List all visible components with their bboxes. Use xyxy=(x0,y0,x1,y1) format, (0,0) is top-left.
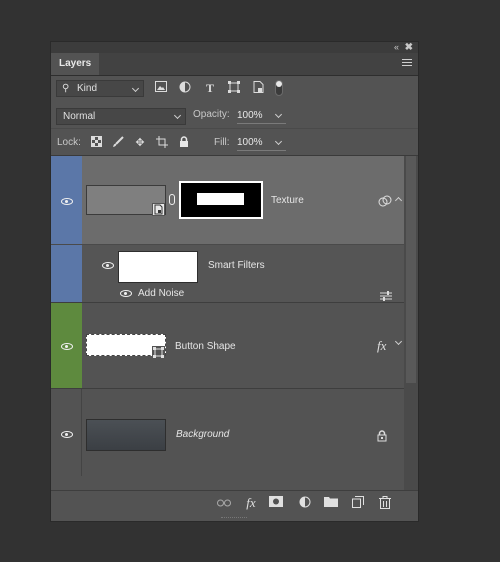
layer-thumbnail xyxy=(86,419,166,451)
filter-effect-name[interactable]: Add Noise xyxy=(138,288,184,299)
tab-layers[interactable]: Layers xyxy=(51,53,100,75)
opacity-input[interactable]: 100% xyxy=(237,108,286,124)
blend-row: Normal Opacity: 100% xyxy=(51,104,418,129)
lock-transparent-icon[interactable] xyxy=(89,136,103,150)
kind-filter-label: Kind xyxy=(77,83,98,94)
layers-scrollbar[interactable] xyxy=(404,156,418,490)
chevron-down-icon xyxy=(131,84,140,93)
mask-shape xyxy=(197,193,244,205)
collapse-panel-button[interactable]: « xyxy=(394,42,399,53)
lock-icon[interactable] xyxy=(377,429,387,447)
fx-icon[interactable]: fx xyxy=(377,338,386,354)
layer-color-label xyxy=(51,245,82,302)
visibility-eye-icon[interactable] xyxy=(102,262,114,269)
layer-name-background[interactable]: Background xyxy=(176,429,229,440)
fill-input[interactable]: 100% xyxy=(237,135,286,151)
blend-mode-select[interactable]: Normal xyxy=(56,108,186,125)
layer-name-texture[interactable]: Texture xyxy=(271,195,304,206)
layers-list: Texture Smart Filters Add Noise Button S… xyxy=(51,156,418,490)
shape-filter-icon[interactable] xyxy=(227,81,241,95)
visibility-eye-icon[interactable] xyxy=(61,198,73,205)
visibility-eye-icon[interactable] xyxy=(120,290,132,297)
resize-grip[interactable] xyxy=(221,517,247,521)
adjustment-layer-icon[interactable] xyxy=(297,496,313,510)
lock-row: Lock: ✥ Fill: 100% xyxy=(51,131,418,156)
image-filter-icon[interactable] xyxy=(154,81,168,95)
mask-thumbnail[interactable] xyxy=(179,181,263,219)
expand-effects-icon[interactable] xyxy=(394,337,403,346)
layer-color-label xyxy=(51,156,82,244)
panel-menu-icon[interactable] xyxy=(402,59,412,68)
filter-effects-icon[interactable] xyxy=(378,194,392,212)
lock-label: Lock: xyxy=(57,137,81,148)
layer-row-button-shape[interactable]: Button Shape fx xyxy=(51,302,404,388)
panel-header-bar: « ✖ xyxy=(51,42,418,53)
collapse-filters-icon[interactable] xyxy=(394,196,403,205)
lock-image-icon[interactable] xyxy=(111,136,125,150)
layer-row-background[interactable]: Background xyxy=(51,388,404,476)
new-layer-icon[interactable] xyxy=(350,496,366,510)
smart-filters-row[interactable]: Smart Filters Add Noise xyxy=(51,244,404,302)
delete-layer-icon[interactable] xyxy=(377,496,393,510)
layers-panel: « ✖ Layers ⚲ Kind T Normal Opacity: 100%… xyxy=(50,41,419,522)
opacity-value: 100% xyxy=(237,110,263,121)
scrollbar-thumb[interactable] xyxy=(406,156,416,383)
smart-object-badge-icon xyxy=(152,203,165,216)
close-panel-button[interactable]: ✖ xyxy=(405,42,413,53)
lock-artboard-icon[interactable] xyxy=(155,136,169,150)
chevron-down-icon xyxy=(173,111,182,120)
shape-layer-badge-icon xyxy=(152,346,165,359)
adjustment-filter-icon[interactable] xyxy=(178,81,192,95)
smart-object-filter-icon[interactable] xyxy=(251,81,265,95)
type-filter-icon[interactable]: T xyxy=(203,81,217,95)
visibility-eye-icon[interactable] xyxy=(61,431,73,438)
add-mask-icon[interactable] xyxy=(268,496,284,510)
chevron-down-icon xyxy=(274,137,283,146)
link-layers-icon[interactable] xyxy=(216,496,232,510)
tab-row: Layers xyxy=(51,53,418,76)
fx-icon[interactable]: fx xyxy=(243,496,259,510)
fill-value: 100% xyxy=(237,137,263,148)
layer-visibility-column xyxy=(51,389,82,476)
layer-row-texture[interactable]: Texture xyxy=(51,156,404,244)
kind-filter-select[interactable]: ⚲ Kind xyxy=(56,80,144,97)
bottom-toolbar: fx xyxy=(51,490,418,516)
layer-name-button-shape[interactable]: Button Shape xyxy=(175,341,236,352)
new-group-icon[interactable] xyxy=(323,496,339,510)
visibility-eye-icon[interactable] xyxy=(61,343,73,350)
filter-row: ⚲ Kind T xyxy=(51,76,418,101)
layer-color-label xyxy=(51,303,82,388)
smart-filters-label: Smart Filters xyxy=(208,260,265,271)
lock-all-icon[interactable] xyxy=(177,136,191,150)
search-icon: ⚲ xyxy=(62,83,70,94)
smart-filter-mask-thumbnail[interactable] xyxy=(118,251,198,283)
fill-label: Fill: xyxy=(214,137,230,148)
chevron-down-icon xyxy=(274,110,283,119)
mask-link-icon[interactable] xyxy=(169,194,175,205)
opacity-label: Opacity: xyxy=(193,109,230,120)
filter-toggle[interactable] xyxy=(275,80,283,96)
blend-mode-value: Normal xyxy=(63,111,96,122)
lock-position-icon[interactable]: ✥ xyxy=(133,136,147,150)
